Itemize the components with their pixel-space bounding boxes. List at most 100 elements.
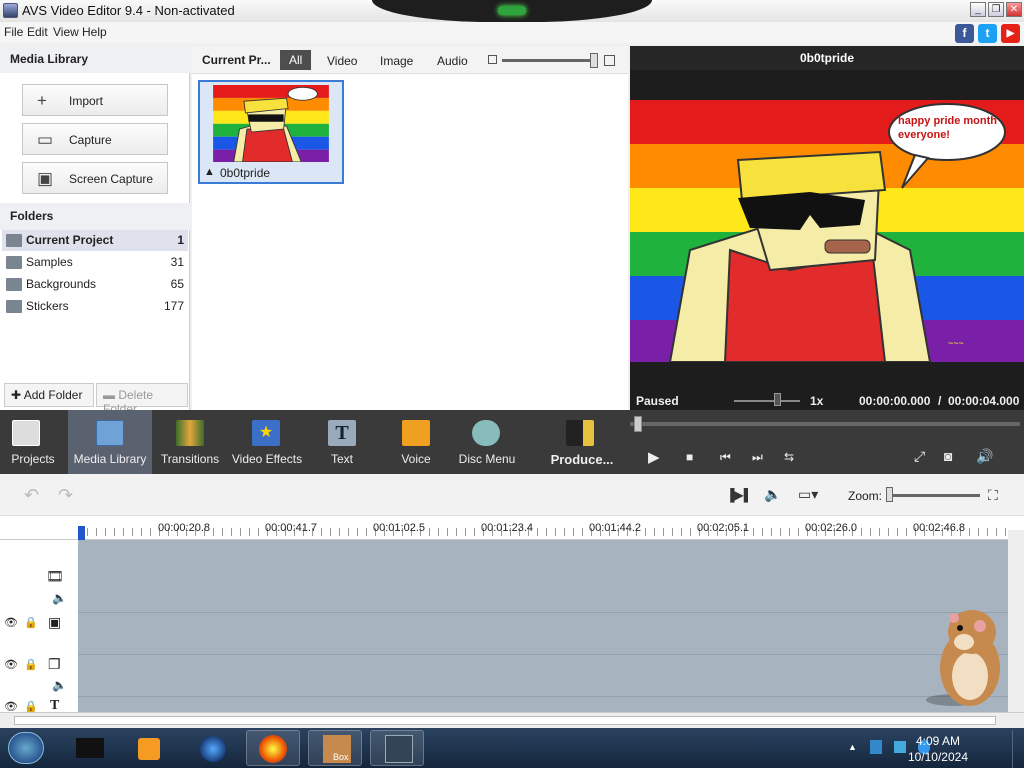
menu-view[interactable]: View: [53, 25, 79, 39]
taskbar-media-player-icon[interactable]: [122, 730, 176, 766]
vertical-scrollbar[interactable]: [1008, 530, 1024, 712]
folder-current-project[interactable]: Current Project 1: [2, 230, 188, 251]
lock-icon[interactable]: 🔒: [24, 658, 38, 671]
eye-icon[interactable]: 👁: [4, 658, 18, 671]
delete-folder-button[interactable]: ▬ Delete Folder: [96, 383, 188, 416]
fullscreen-icon[interactable]: ⤢: [914, 448, 925, 465]
fit-zoom-icon[interactable]: ⛶: [988, 487, 998, 504]
preview-title: 0b0tpride: [630, 46, 1024, 70]
small-thumb-icon[interactable]: [488, 55, 497, 64]
folder-samples[interactable]: Samples 31: [2, 252, 188, 273]
app-icon: [3, 3, 18, 18]
preview-image: ~~~ happy pride month everyone!: [630, 100, 1024, 362]
minimize-button[interactable]: _: [970, 2, 986, 17]
timeline-view-icon[interactable]: ▭▾: [798, 486, 818, 503]
produce-button[interactable]: Produce...: [546, 410, 618, 474]
stop-icon[interactable]: ■: [686, 450, 693, 464]
tab-audio[interactable]: Audio: [429, 52, 476, 70]
ruler-label: 00:01:02.5: [373, 522, 425, 534]
next-frame-icon[interactable]: ⏭: [752, 450, 763, 465]
tray-network-icon[interactable]: [870, 740, 882, 754]
mute-icon[interactable]: 🔈: [52, 591, 67, 605]
tray-display-icon[interactable]: [894, 741, 906, 753]
volume-icon[interactable]: 🔊: [976, 448, 993, 465]
screen-capture-label: Screen Capture: [69, 172, 154, 186]
add-folder-button[interactable]: ✚ Add Folder: [4, 383, 94, 407]
taskbar-clock[interactable]: 4:09 AM 10/10/2024: [908, 733, 968, 765]
video-effects-button[interactable]: ★ Video Effects: [230, 410, 304, 474]
timeline-tracks[interactable]: [78, 540, 1008, 712]
taskbar-firefox-icon[interactable]: [246, 730, 300, 766]
total-time: 00:00:04.000: [948, 394, 1020, 408]
mute-icon[interactable]: 🔈: [52, 678, 67, 692]
taskbar-globe-icon[interactable]: [186, 730, 240, 766]
audio-mixer-icon[interactable]: 🔈: [764, 486, 781, 503]
snapshot-icon[interactable]: ◙: [944, 448, 952, 464]
preview-panel: 0b0tpride ~~~ happy pride month everyone…: [630, 46, 1024, 410]
folder-stickers[interactable]: Stickers 177: [2, 296, 188, 317]
star-icon: ★: [252, 420, 280, 446]
redo-icon[interactable]: ↷: [58, 485, 73, 506]
voice-button[interactable]: Voice: [390, 410, 442, 474]
show-desktop-button[interactable]: [1012, 730, 1024, 768]
import-button[interactable]: + Import: [22, 84, 168, 116]
twitter-icon[interactable]: t: [978, 24, 997, 43]
tab-image[interactable]: Image: [372, 52, 421, 70]
track-divider: [78, 696, 1008, 697]
frame-step-icon[interactable]: ⇆: [784, 450, 794, 464]
seek-handle[interactable]: [634, 416, 642, 432]
eye-icon[interactable]: 👁: [4, 616, 18, 629]
projects-button[interactable]: Projects: [0, 410, 66, 474]
horizontal-scrollbar[interactable]: [0, 712, 1024, 728]
menu-file[interactable]: File: [4, 25, 23, 39]
video-track-icon: 🎞: [46, 568, 64, 584]
speed-slider[interactable]: [734, 400, 800, 402]
playhead-marker[interactable]: [78, 526, 85, 540]
svg-text:~~~: ~~~: [948, 338, 964, 348]
thumb-size-slider[interactable]: [502, 59, 597, 62]
lock-icon[interactable]: 🔒: [24, 616, 38, 629]
facebook-icon[interactable]: f: [955, 24, 974, 43]
tab-video[interactable]: Video: [319, 52, 365, 70]
taskbar-box-app[interactable]: Box: [308, 730, 362, 766]
slider-handle[interactable]: [590, 53, 598, 68]
media-library-label: Media Library: [73, 452, 147, 466]
folder-name: Backgrounds: [26, 277, 97, 291]
play-icon[interactable]: ▶: [648, 448, 660, 466]
seek-bar[interactable]: [630, 414, 1020, 434]
tab-all[interactable]: All: [280, 50, 312, 70]
start-button[interactable]: [8, 732, 44, 764]
menu-help[interactable]: Help: [82, 25, 107, 39]
taskbar: Box ▲: [0, 728, 1024, 768]
track-divider: [78, 612, 1008, 613]
undo-icon[interactable]: ↶: [24, 485, 39, 506]
large-thumb-icon[interactable]: [604, 55, 615, 66]
disc-menu-button[interactable]: Disc Menu: [456, 410, 518, 474]
youtube-icon[interactable]: ▶: [1001, 24, 1020, 43]
folder-name: Current Project: [26, 233, 114, 247]
zoom-handle[interactable]: [886, 487, 893, 502]
previous-frame-icon[interactable]: ⏮: [720, 450, 731, 465]
disc-icon: [472, 420, 500, 446]
capture-button[interactable]: ▭ Capture: [22, 123, 168, 155]
taskbar-avs-editor[interactable]: [370, 730, 424, 766]
close-button[interactable]: ✕: [1006, 2, 1022, 17]
menu-edit[interactable]: Edit: [27, 25, 48, 39]
split-icon[interactable]: ▐▶▌: [726, 488, 752, 502]
tray-expand-icon[interactable]: ▲: [848, 742, 857, 752]
media-thumbnail[interactable]: ▲ 0b0tpride: [198, 80, 344, 184]
text-button[interactable]: T Text: [316, 410, 368, 474]
capture-label: Capture: [69, 133, 112, 147]
screen-capture-button[interactable]: ▣ Screen Capture: [22, 162, 168, 194]
box-label: Box: [333, 752, 349, 762]
taskbar-app-box-icon[interactable]: [62, 730, 116, 766]
scroll-thumb[interactable]: [14, 716, 996, 725]
folder-backgrounds[interactable]: Backgrounds 65: [2, 274, 188, 295]
ruler-label: 00:00:20.8: [158, 522, 210, 534]
zoom-slider[interactable]: [886, 494, 980, 497]
media-library-button[interactable]: Media Library: [68, 410, 152, 474]
media-library-panel: Media Library + Import ▭ Capture ▣ Scree…: [0, 46, 190, 410]
restore-button[interactable]: ❐: [988, 2, 1004, 17]
speed-slider-handle[interactable]: [774, 393, 781, 406]
transitions-button[interactable]: Transitions: [156, 410, 224, 474]
